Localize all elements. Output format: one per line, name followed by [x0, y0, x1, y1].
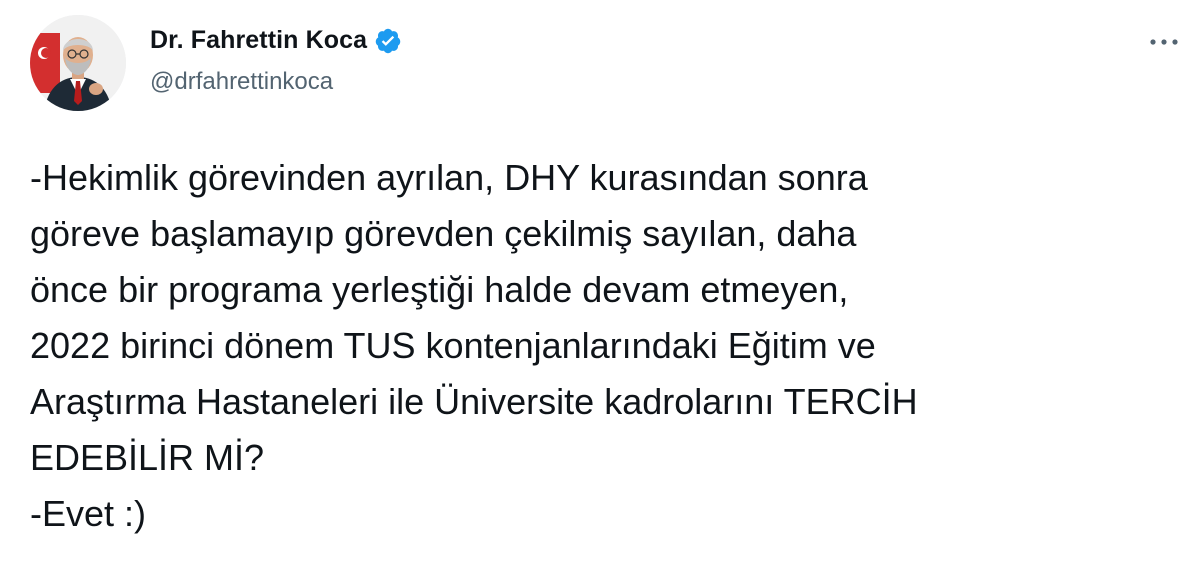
tweet-text-line: 2022 birinci dönem TUS kontenjanlarındak… [30, 325, 876, 366]
tweet-text-line: -Evet :) [30, 493, 147, 534]
verified-badge-icon [374, 27, 402, 55]
tweet-text-line: önce bir programa yerleştiği halde devam… [30, 269, 849, 310]
more-options-button[interactable] [1142, 28, 1186, 56]
tweet-card: Dr. Fahrettin Koca @drfahrettinkoca -Hek… [0, 0, 1200, 570]
tweet-text-line: Araştırma Hastaneleri ile Üniversite kad… [30, 381, 918, 422]
tweet-text-line: göreve başlamayıp görevden çekilmiş sayı… [30, 213, 857, 254]
tweet-text-line: EDEBİLİR Mİ? [30, 437, 265, 478]
author-name-row[interactable]: Dr. Fahrettin Koca [150, 26, 402, 55]
tweet-text: -Hekimlik görevinden ayrılan, DHY kurası… [30, 150, 1180, 542]
more-horizontal-icon [1150, 39, 1178, 45]
tweet-text-line: -Hekimlik görevinden ayrılan, DHY kurası… [30, 157, 868, 198]
author-handle[interactable]: @drfahrettinkoca [150, 68, 333, 96]
avatar[interactable] [30, 15, 126, 111]
author-display-name[interactable]: Dr. Fahrettin Koca [150, 26, 367, 55]
